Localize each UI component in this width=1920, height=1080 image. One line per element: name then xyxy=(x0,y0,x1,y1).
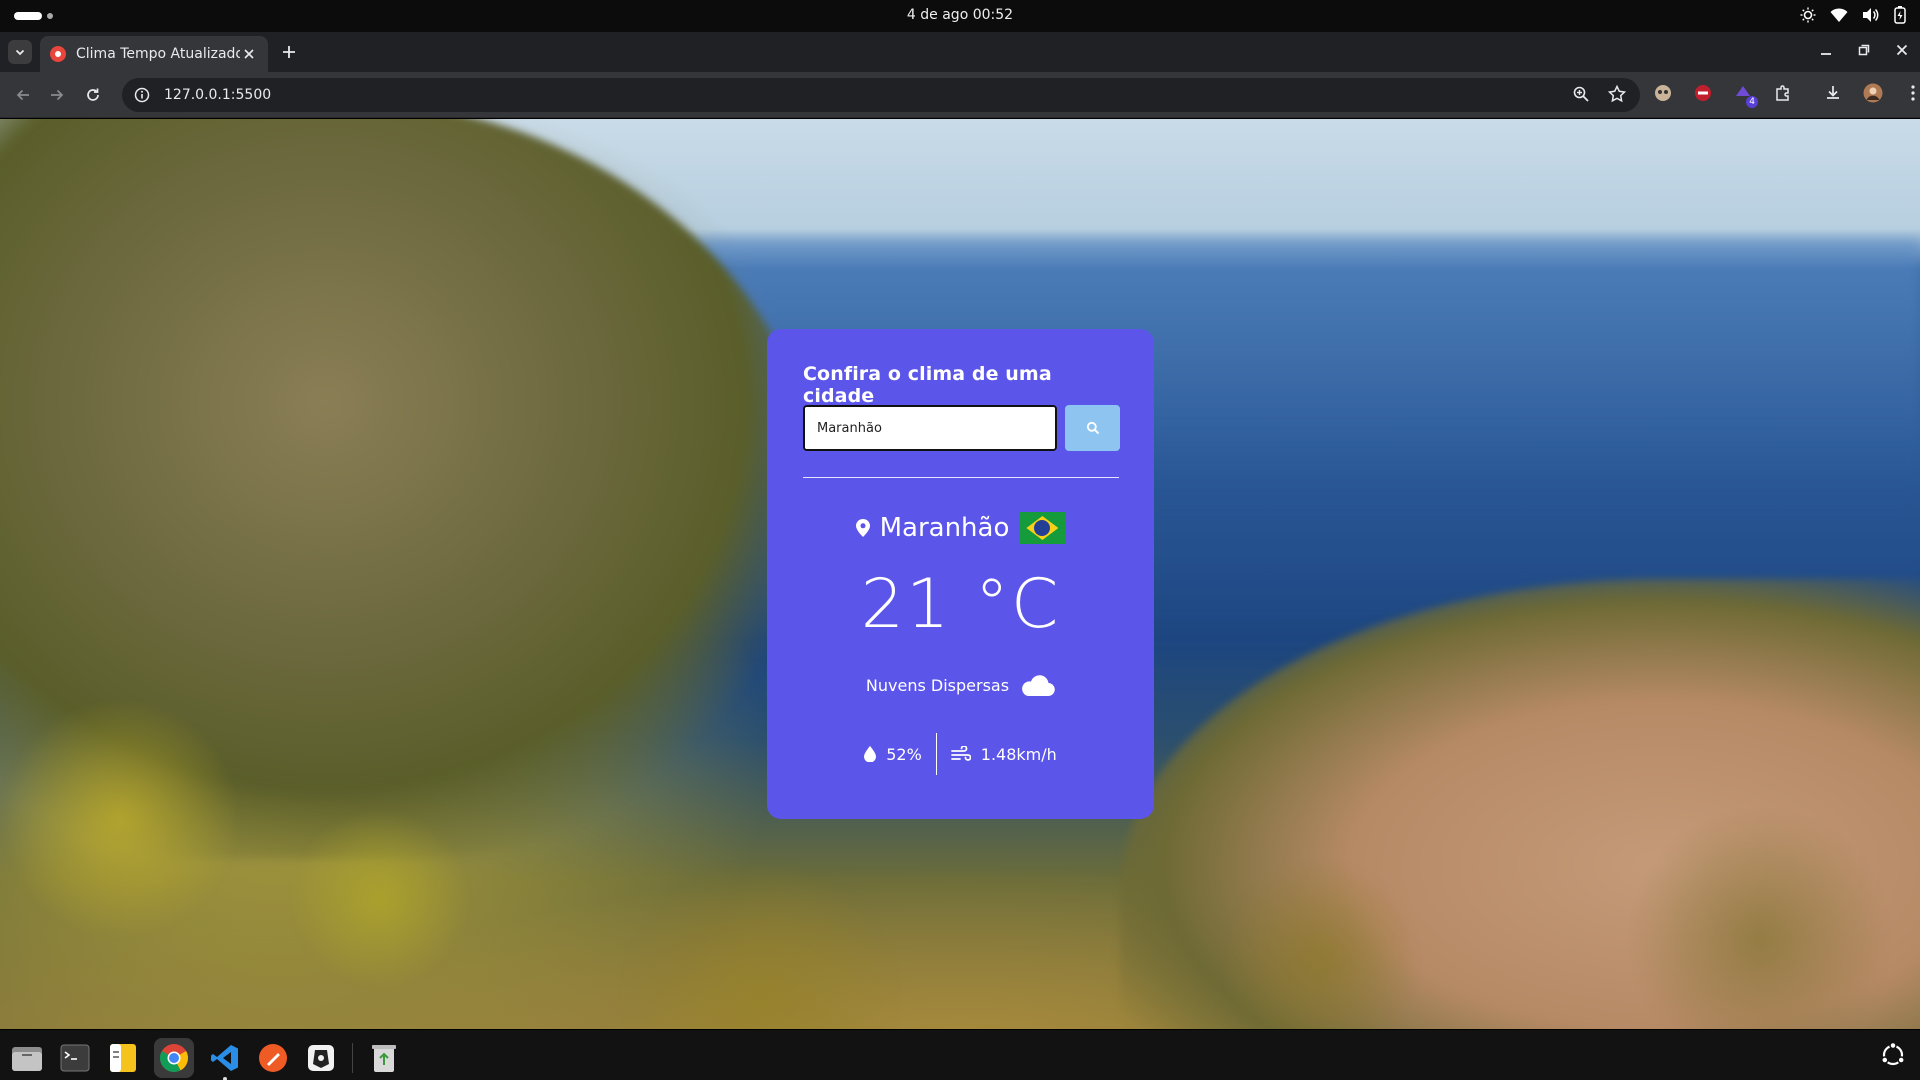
tab-favicon-icon xyxy=(50,46,66,62)
chevron-down-icon xyxy=(15,49,25,56)
wind-value: 1.48km/h xyxy=(980,744,1057,764)
brazil-flag-icon xyxy=(1019,512,1066,544)
terminal-icon[interactable] xyxy=(58,1041,92,1075)
weather-heading: Confira o clima de uma cidade xyxy=(803,363,1052,407)
ubuntu-dock xyxy=(0,1030,1920,1080)
location-row: Maranhão xyxy=(767,512,1154,544)
extension-3-icon[interactable]: 4 xyxy=(1732,82,1758,108)
window-controls xyxy=(1818,42,1910,58)
temperature: 21 °C xyxy=(860,565,1061,644)
files-icon[interactable] xyxy=(10,1041,44,1075)
tab-close-icon[interactable] xyxy=(240,45,258,63)
location-pin-icon xyxy=(855,519,870,537)
system-clock[interactable]: 4 de ago 00:52 xyxy=(0,7,1920,23)
extension-2-icon[interactable] xyxy=(1692,82,1714,104)
search-icon xyxy=(1086,421,1099,435)
inkscape-icon[interactable] xyxy=(304,1041,338,1075)
new-tab-button[interactable] xyxy=(282,42,296,62)
dock-separator xyxy=(352,1043,353,1073)
zoom-icon[interactable] xyxy=(1572,85,1590,103)
restore-button[interactable] xyxy=(1856,42,1872,58)
trash-icon[interactable] xyxy=(367,1041,401,1075)
cloud-icon xyxy=(1022,675,1055,697)
extension-badge: 4 xyxy=(1746,96,1758,108)
vscode-icon[interactable] xyxy=(208,1041,242,1080)
extensions-area: 4 xyxy=(1652,82,1920,108)
humidity-stat: 52% xyxy=(850,745,936,764)
battery-icon xyxy=(1894,6,1906,24)
city-search-input[interactable] xyxy=(803,405,1057,451)
weather-description: Nuvens Dispersas xyxy=(865,675,1010,695)
extensions-puzzle-icon[interactable] xyxy=(1772,82,1794,104)
brightness-icon xyxy=(1800,7,1816,23)
forward-button[interactable] xyxy=(46,84,68,106)
humidity-value: 52% xyxy=(886,744,922,764)
search-button[interactable] xyxy=(1065,405,1120,451)
wind-icon xyxy=(950,746,971,761)
weather-card: Confira o clima de uma cidade Maranhão 2… xyxy=(767,329,1154,819)
weather-description-row: Nuvens Dispersas xyxy=(767,673,1154,697)
weather-details: 52% 1.48km/h xyxy=(767,733,1154,775)
extension-1-icon[interactable] xyxy=(1652,82,1674,104)
browser-menu-icon[interactable] xyxy=(1902,82,1920,104)
download-icon[interactable] xyxy=(1822,82,1844,104)
browser-tab-active[interactable]: Clima Tempo Atualizado xyxy=(40,36,268,72)
city-search-form xyxy=(803,405,1120,451)
card-divider xyxy=(803,477,1119,478)
address-bar[interactable]: 127.0.0.1:5500 xyxy=(122,78,1640,112)
reload-icon xyxy=(87,88,99,101)
show-apps-icon[interactable] xyxy=(1880,1042,1906,1068)
bookmark-star-icon[interactable] xyxy=(1608,85,1626,103)
arrow-right-icon xyxy=(51,89,64,101)
browser-tab-strip: Clima Tempo Atualizado xyxy=(0,32,1920,72)
minimize-button[interactable] xyxy=(1818,42,1834,58)
site-info-icon[interactable] xyxy=(132,85,152,105)
volume-icon xyxy=(1863,8,1879,22)
close-window-button[interactable] xyxy=(1894,42,1910,58)
tab-title: Clima Tempo Atualizado xyxy=(76,46,240,62)
system-tray[interactable] xyxy=(1800,6,1906,24)
city-name: Maranhão xyxy=(879,513,1010,543)
chrome-icon[interactable] xyxy=(154,1038,194,1078)
reload-button[interactable] xyxy=(82,84,104,106)
address-bar-actions xyxy=(1572,85,1626,103)
plus-icon xyxy=(283,46,295,58)
humidity-drop-icon xyxy=(864,746,877,762)
system-top-bar: 4 de ago 00:52 xyxy=(0,0,1920,32)
tab-search-button[interactable] xyxy=(8,40,32,64)
back-button[interactable] xyxy=(12,84,34,106)
postman-icon[interactable] xyxy=(256,1041,290,1075)
url-text[interactable]: 127.0.0.1:5500 xyxy=(164,87,271,103)
browser-toolbar: 127.0.0.1:5500 4 xyxy=(0,72,1920,118)
profile-avatar[interactable] xyxy=(1862,82,1884,104)
wind-stat: 1.48km/h xyxy=(937,745,1071,764)
notes-icon[interactable] xyxy=(106,1041,140,1075)
wifi-icon xyxy=(1830,8,1848,22)
arrow-left-icon xyxy=(16,89,29,101)
